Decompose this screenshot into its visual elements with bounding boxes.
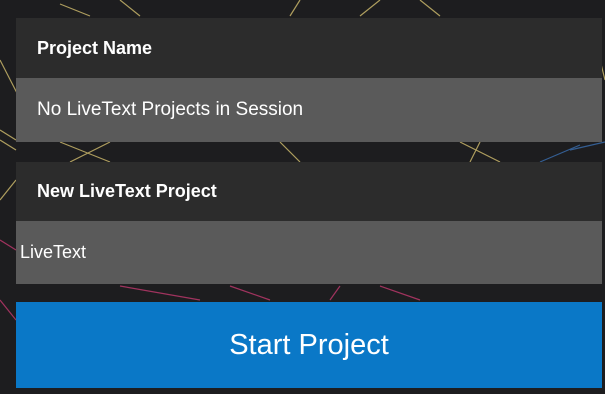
- project-list-dropdown[interactable]: No LiveText Projects in Session: [16, 78, 602, 142]
- project-name-input[interactable]: [20, 221, 602, 284]
- start-project-label: Start Project: [229, 328, 389, 361]
- project-list-empty-message: No LiveText Projects in Session: [37, 99, 304, 120]
- new-project-header: New LiveText Project: [16, 162, 602, 221]
- project-name-header: Project Name: [16, 18, 602, 78]
- project-name-field[interactable]: [16, 221, 602, 284]
- new-project-label: New LiveText Project: [37, 181, 217, 201]
- project-name-label: Project Name: [37, 37, 153, 58]
- livetext-panel: Project Name No LiveText Projects in Ses…: [0, 0, 605, 394]
- start-project-button[interactable]: Start Project: [16, 302, 602, 388]
